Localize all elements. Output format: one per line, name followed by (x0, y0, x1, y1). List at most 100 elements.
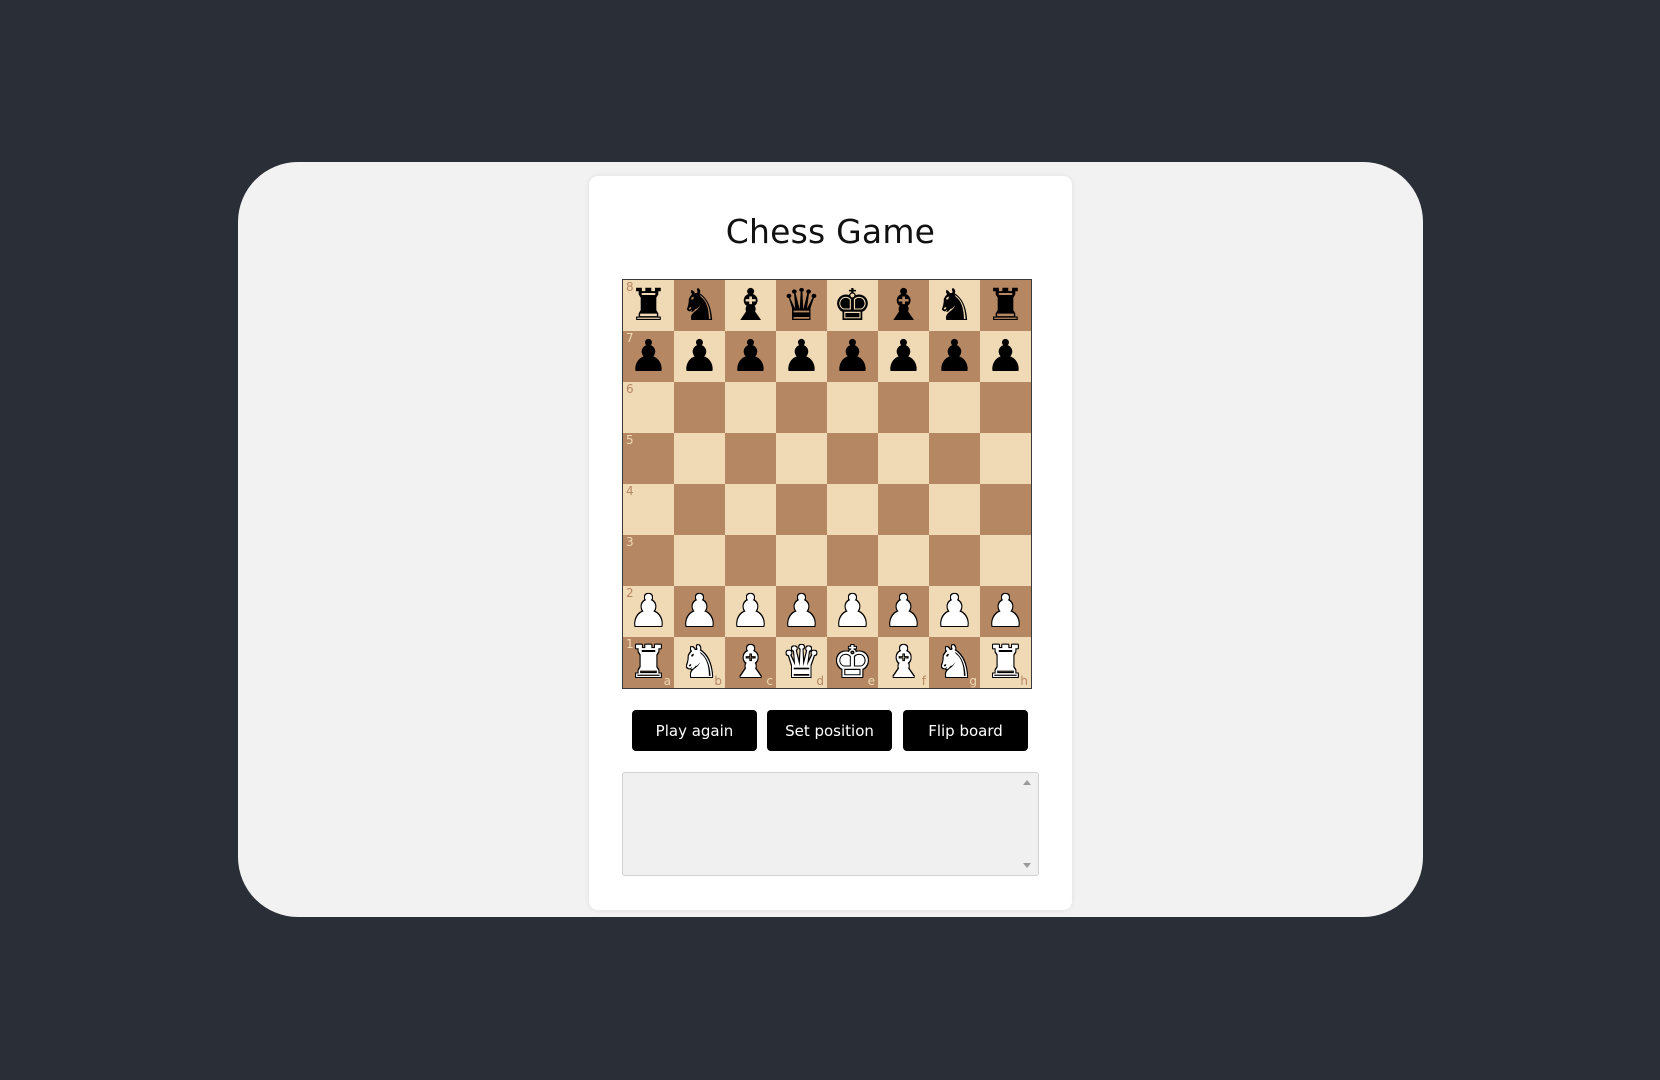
black-rook-icon[interactable]: ♜ (629, 280, 668, 331)
square-f6[interactable] (878, 382, 929, 433)
square-a4[interactable]: 4 (623, 484, 674, 535)
square-b3[interactable] (674, 535, 725, 586)
white-pawn-icon[interactable]: ♟ (935, 586, 974, 637)
white-pawn-icon[interactable]: ♟ (680, 586, 719, 637)
white-bishop-icon[interactable]: ♝ (884, 637, 923, 688)
square-h7[interactable]: ♟ (980, 331, 1031, 382)
square-c2[interactable]: ♟ (725, 586, 776, 637)
white-pawn-icon[interactable]: ♟ (629, 586, 668, 637)
square-e4[interactable] (827, 484, 878, 535)
square-a2[interactable]: 2 ♟ (623, 586, 674, 637)
black-bishop-icon[interactable]: ♝ (731, 280, 770, 331)
square-a5[interactable]: 5 (623, 433, 674, 484)
square-e1[interactable]: e ♚ (827, 637, 878, 688)
square-b2[interactable]: ♟ (674, 586, 725, 637)
square-g8[interactable]: ♞ (929, 280, 980, 331)
square-c5[interactable] (725, 433, 776, 484)
flip-board-button[interactable]: Flip board (903, 710, 1028, 751)
square-d6[interactable] (776, 382, 827, 433)
square-f3[interactable] (878, 535, 929, 586)
square-b5[interactable] (674, 433, 725, 484)
square-e6[interactable] (827, 382, 878, 433)
move-log-textarea[interactable] (622, 772, 1039, 876)
black-queen-icon[interactable]: ♛ (782, 280, 821, 331)
square-a8[interactable]: 8 ♜ (623, 280, 674, 331)
square-h5[interactable] (980, 433, 1031, 484)
black-knight-icon[interactable]: ♞ (680, 280, 719, 331)
white-rook-icon[interactable]: ♜ (629, 637, 668, 688)
square-d5[interactable] (776, 433, 827, 484)
white-queen-icon[interactable]: ♛ (782, 637, 821, 688)
white-pawn-icon[interactable]: ♟ (986, 586, 1025, 637)
set-position-button[interactable]: Set position (767, 710, 892, 751)
square-f8[interactable]: ♝ (878, 280, 929, 331)
square-h3[interactable] (980, 535, 1031, 586)
square-d3[interactable] (776, 535, 827, 586)
white-bishop-icon[interactable]: ♝ (731, 637, 770, 688)
black-pawn-icon[interactable]: ♟ (731, 331, 770, 382)
white-knight-icon[interactable]: ♞ (680, 637, 719, 688)
square-g1[interactable]: g ♞ (929, 637, 980, 688)
square-d1[interactable]: d ♛ (776, 637, 827, 688)
scroll-down-arrow-icon[interactable] (1023, 863, 1031, 868)
square-d8[interactable]: ♛ (776, 280, 827, 331)
square-f5[interactable] (878, 433, 929, 484)
black-bishop-icon[interactable]: ♝ (884, 280, 923, 331)
black-rook-icon[interactable]: ♜ (986, 280, 1025, 331)
square-d7[interactable]: ♟ (776, 331, 827, 382)
square-g6[interactable] (929, 382, 980, 433)
white-pawn-icon[interactable]: ♟ (833, 586, 872, 637)
square-b8[interactable]: ♞ (674, 280, 725, 331)
square-h6[interactable] (980, 382, 1031, 433)
white-pawn-icon[interactable]: ♟ (782, 586, 821, 637)
square-c8[interactable]: ♝ (725, 280, 776, 331)
square-e5[interactable] (827, 433, 878, 484)
square-g5[interactable] (929, 433, 980, 484)
square-a3[interactable]: 3 (623, 535, 674, 586)
square-e8[interactable]: ♚ (827, 280, 878, 331)
square-b1[interactable]: b ♞ (674, 637, 725, 688)
square-a7[interactable]: 7 ♟ (623, 331, 674, 382)
square-c7[interactable]: ♟ (725, 331, 776, 382)
black-pawn-icon[interactable]: ♟ (833, 331, 872, 382)
scroll-up-arrow-icon[interactable] (1023, 780, 1031, 785)
black-pawn-icon[interactable]: ♟ (629, 331, 668, 382)
white-pawn-icon[interactable]: ♟ (731, 586, 770, 637)
white-knight-icon[interactable]: ♞ (935, 637, 974, 688)
square-g4[interactable] (929, 484, 980, 535)
square-b4[interactable] (674, 484, 725, 535)
square-c4[interactable] (725, 484, 776, 535)
square-h2[interactable]: ♟ (980, 586, 1031, 637)
square-f2[interactable]: ♟ (878, 586, 929, 637)
white-king-icon[interactable]: ♚ (833, 637, 872, 688)
square-f4[interactable] (878, 484, 929, 535)
square-a1[interactable]: 1 a ♜ (623, 637, 674, 688)
black-knight-icon[interactable]: ♞ (935, 280, 974, 331)
square-a6[interactable]: 6 (623, 382, 674, 433)
square-g7[interactable]: ♟ (929, 331, 980, 382)
square-b6[interactable] (674, 382, 725, 433)
chess-board[interactable]: 8 ♜ ♞ ♝ ♛ ♚ ♝ ♞ ♜ 7 ♟ ♟ ♟ ♟ ♟ ♟ ♟ ♟ 6 5 4 3 2 ♟ ♟ ♟ ♟ ♟ ♟ ♟ ♟ 1 a ♜ b ♞ c ♝ d ♛… (622, 279, 1032, 689)
square-c1[interactable]: c ♝ (725, 637, 776, 688)
square-h4[interactable] (980, 484, 1031, 535)
square-c3[interactable] (725, 535, 776, 586)
black-pawn-icon[interactable]: ♟ (935, 331, 974, 382)
square-c6[interactable] (725, 382, 776, 433)
square-f1[interactable]: f ♝ (878, 637, 929, 688)
black-pawn-icon[interactable]: ♟ (680, 331, 719, 382)
square-g2[interactable]: ♟ (929, 586, 980, 637)
black-pawn-icon[interactable]: ♟ (782, 331, 821, 382)
square-h1[interactable]: h ♜ (980, 637, 1031, 688)
square-e7[interactable]: ♟ (827, 331, 878, 382)
square-f7[interactable]: ♟ (878, 331, 929, 382)
black-pawn-icon[interactable]: ♟ (986, 331, 1025, 382)
square-e2[interactable]: ♟ (827, 586, 878, 637)
square-d4[interactable] (776, 484, 827, 535)
white-rook-icon[interactable]: ♜ (986, 637, 1025, 688)
square-e3[interactable] (827, 535, 878, 586)
square-b7[interactable]: ♟ (674, 331, 725, 382)
white-pawn-icon[interactable]: ♟ (884, 586, 923, 637)
play-again-button[interactable]: Play again (632, 710, 757, 751)
square-h8[interactable]: ♜ (980, 280, 1031, 331)
black-pawn-icon[interactable]: ♟ (884, 331, 923, 382)
